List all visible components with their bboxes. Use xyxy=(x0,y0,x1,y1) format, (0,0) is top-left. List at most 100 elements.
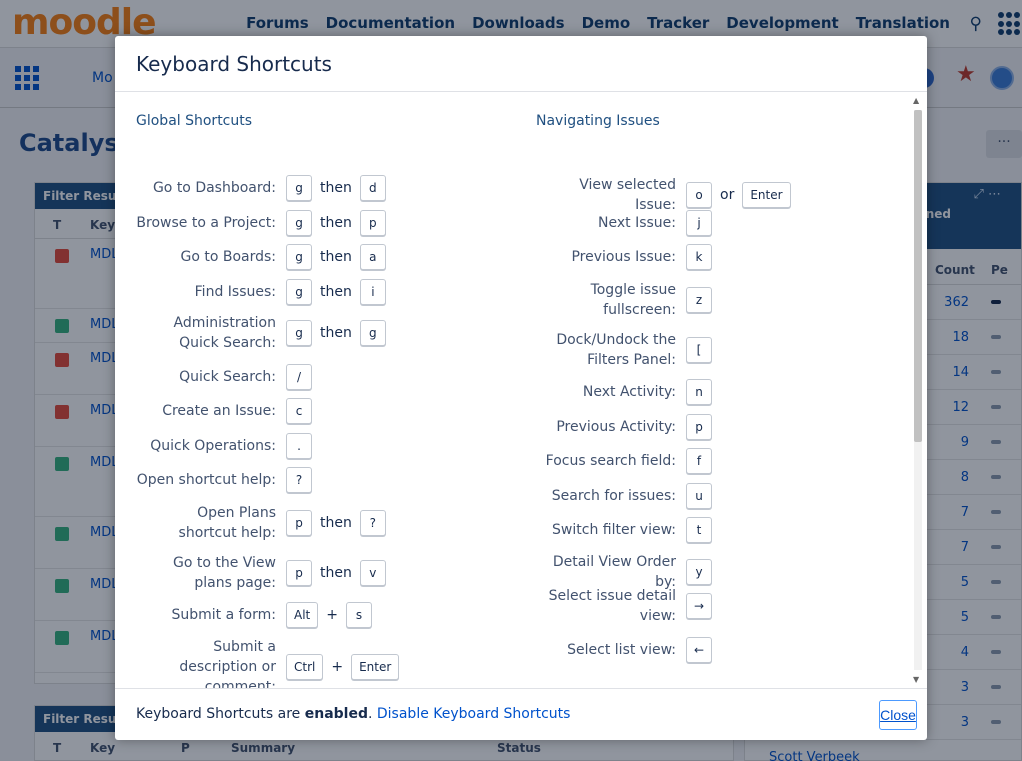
shortcut-row-view-selected-issue: View selected Issue: o or Enter xyxy=(536,175,791,215)
shortcut-label: Open Plans shortcut help: xyxy=(178,505,276,541)
shortcut-keys: p then? xyxy=(286,510,386,536)
key-cap: g xyxy=(286,175,312,201)
key-cap: g xyxy=(286,244,312,270)
shortcut-row-create-an-issue: Create an Issue: c xyxy=(136,398,312,424)
shortcut-keys: g then d xyxy=(286,175,386,201)
key-cap: g xyxy=(286,279,312,305)
dialog-header: Keyboard Shortcuts xyxy=(115,36,927,92)
key-joiner: or xyxy=(720,187,735,203)
status-prefix: Keyboard Shortcuts are xyxy=(136,706,305,722)
shortcut-keys: / xyxy=(286,364,312,390)
shortcut-keys: g then i xyxy=(286,279,386,305)
shortcut-keys: ← xyxy=(686,637,713,663)
shortcut-row-previous-activity: Previous Activity: p xyxy=(536,414,712,440)
scroll-up-icon[interactable]: ▲ xyxy=(913,96,919,105)
shortcut-keys: . xyxy=(286,433,312,459)
shortcut-label: Open shortcut help: xyxy=(136,472,276,488)
shortcut-label: Go to the View plans page: xyxy=(172,555,276,591)
key-cap: Enter xyxy=(351,654,400,680)
key-cap: Alt xyxy=(286,602,319,628)
shortcut-row-select-list-view: Select list view: ← xyxy=(536,637,713,663)
key-cap: ← xyxy=(686,637,713,663)
shortcut-label: Select list view: xyxy=(567,642,676,658)
key-cap: s xyxy=(345,602,372,628)
shortcut-keys: t xyxy=(686,517,712,543)
shortcut-label: Dock/Undock the Filters Panel: xyxy=(556,332,676,368)
shortcut-label: Select issue detail view: xyxy=(548,588,676,624)
dialog-title: Keyboard Shortcuts xyxy=(136,52,332,76)
key-cap: Ctrl xyxy=(286,654,324,680)
shortcut-row-dock-undock-the-filters-panel: Dock/Undock the Filters Panel: [ xyxy=(536,330,712,370)
key-joiner: + xyxy=(331,659,344,675)
shortcut-label: Go to Boards: xyxy=(180,249,276,265)
shortcut-row-submit-a-description-or-comment: Submit a description or comment: Ctrl + Ent… xyxy=(136,637,400,688)
key-cap: y xyxy=(686,559,712,585)
shortcut-row-search-for-issues: Search for issues: u xyxy=(536,483,712,509)
key-cap: u xyxy=(686,483,712,509)
shortcut-keys: o or Enter xyxy=(686,182,791,208)
shortcut-row-next-activity: Next Activity: n xyxy=(536,379,712,405)
shortcut-label: Previous Activity: xyxy=(556,419,676,435)
shortcut-keys: z xyxy=(686,287,712,313)
shortcut-row-quick-operations: Quick Operations:. xyxy=(136,433,312,459)
key-cap: k xyxy=(686,244,712,270)
scroll-thumb[interactable] xyxy=(914,110,922,442)
shortcut-label: Search for issues: xyxy=(551,488,676,504)
shortcut-keys: u xyxy=(686,483,712,509)
key-cap: p xyxy=(686,414,712,440)
shortcut-row-open-plans-shortcut-help: Open Plans shortcut help: p then? xyxy=(136,503,386,543)
key-cap: v xyxy=(359,560,386,586)
key-cap: i xyxy=(359,279,386,305)
key-cap: ? xyxy=(359,510,386,536)
shortcut-keys: k xyxy=(686,244,712,270)
shortcut-keys: [ xyxy=(686,337,712,363)
shortcut-keys: Ctrl + Enter xyxy=(286,654,400,680)
shortcut-row-go-to-the-view-plans-page: Go to the View plans page: p then v xyxy=(136,553,386,593)
shortcut-keys: y xyxy=(686,559,712,585)
dialog-scrollbar[interactable]: ▲ ▼ xyxy=(912,96,924,684)
key-cap: j xyxy=(686,210,712,236)
shortcut-row-open-shortcut-help: Open shortcut help:? xyxy=(136,467,312,493)
shortcut-keys: p then v xyxy=(286,560,386,586)
key-cap: g xyxy=(359,320,386,346)
key-cap: ? xyxy=(286,467,312,493)
shortcut-row-browse-to-a-project: Browse to a Project: g then p xyxy=(136,210,386,236)
disable-shortcuts-link[interactable]: Disable Keyboard Shortcuts xyxy=(377,706,571,722)
shortcut-label: Previous Issue: xyxy=(571,249,676,265)
shortcut-keys: → xyxy=(686,593,713,619)
shortcut-keys: g then g xyxy=(286,320,386,346)
shortcut-row-next-issue: Next Issue: j xyxy=(536,210,712,236)
shortcut-keys: Alt + s xyxy=(286,602,372,628)
shortcut-label: Find Issues: xyxy=(194,284,276,300)
key-joiner: then xyxy=(320,215,352,231)
key-cap: a xyxy=(359,244,386,270)
shortcut-keys: n xyxy=(686,379,712,405)
shortcut-row-previous-issue: Previous Issue: k xyxy=(536,244,712,270)
key-cap: n xyxy=(686,379,712,405)
shortcut-label: Next Activity: xyxy=(582,384,676,400)
shortcut-keys: c xyxy=(286,398,312,424)
shortcut-keys: j xyxy=(686,210,712,236)
key-cap: g xyxy=(286,210,312,236)
key-cap: Enter xyxy=(742,182,791,208)
shortcut-row-go-to-boards: Go to Boards: g then a xyxy=(136,244,386,270)
shortcut-keys: p xyxy=(686,414,712,440)
scroll-down-icon[interactable]: ▼ xyxy=(913,675,919,684)
shortcut-label: Go to Dashboard: xyxy=(152,180,276,196)
shortcut-label: Create an Issue: xyxy=(162,403,276,419)
shortcuts-status: Keyboard Shortcuts are enabled. Disable … xyxy=(136,706,570,722)
key-cap: p xyxy=(359,210,386,236)
shortcut-label: Next Issue: xyxy=(598,215,676,231)
key-joiner: then xyxy=(320,325,352,341)
key-joiner: then xyxy=(320,284,352,300)
key-cap: z xyxy=(686,287,712,313)
key-joiner: then xyxy=(320,249,352,265)
section-title-global: Global Shortcuts xyxy=(136,113,253,129)
shortcut-label: Quick Operations: xyxy=(150,438,276,454)
close-button[interactable]: Close xyxy=(879,700,917,730)
shortcut-label: Administration Quick Search: xyxy=(173,315,276,351)
keyboard-shortcuts-dialog: Keyboard Shortcuts Global Shortcuts Go t… xyxy=(115,36,927,740)
key-cap: . xyxy=(286,433,312,459)
shortcut-label: Submit a form: xyxy=(171,607,276,623)
shortcut-row-go-to-dashboard: Go to Dashboard: g then d xyxy=(136,175,386,201)
